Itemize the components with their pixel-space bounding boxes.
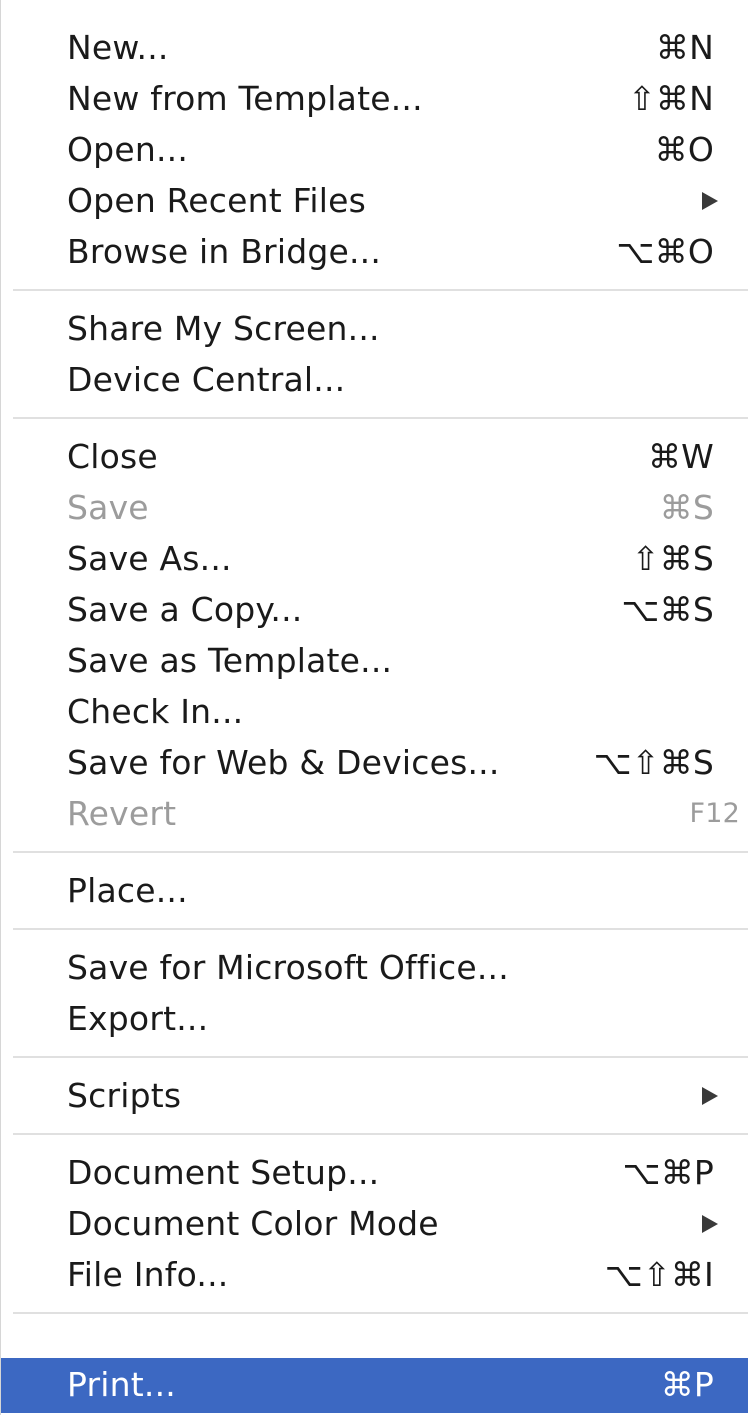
menu-item-label: Save for Web & Devices... xyxy=(67,743,500,782)
menu-item-label: Open... xyxy=(67,130,189,169)
file-menu: New... ⌘N New from Template... ⇧⌘N Open.… xyxy=(0,0,748,1415)
menu-item-place[interactable]: Place... xyxy=(1,865,748,916)
menu-item-label: New from Template... xyxy=(67,79,423,118)
menu-item-revert: Revert F12 xyxy=(1,788,748,839)
menu-item-shortcut: ⌥⇧⌘S xyxy=(593,743,714,782)
menu-item-label: Document Setup... xyxy=(67,1153,380,1192)
menu-item-new-from-template[interactable]: New from Template... ⇧⌘N xyxy=(1,73,748,124)
menu-item-shortcut: ⌥⌘O xyxy=(616,232,714,271)
menu-item-label: Print... xyxy=(67,1365,176,1404)
menu-item-export[interactable]: Export... xyxy=(1,993,748,1044)
menu-item-shortcut: ⌘O xyxy=(654,130,714,169)
menu-item-file-info[interactable]: File Info... ⌥⇧⌘I xyxy=(1,1249,748,1300)
menu-item-label: Save a Copy... xyxy=(67,590,303,629)
menu-item-save-a-copy[interactable]: Save a Copy... ⌥⌘S xyxy=(1,584,748,635)
menu-item-open-recent-files[interactable]: Open Recent Files xyxy=(1,175,748,226)
menu-item-share-my-screen[interactable]: Share My Screen... xyxy=(1,303,748,354)
menu-group-save: Close ⌘W Save ⌘S Save As... ⇧⌘S Save a C… xyxy=(1,419,748,851)
menu-item-shortcut: ⌘S xyxy=(659,488,714,527)
menu-item-save-for-web[interactable]: Save for Web & Devices... ⌥⇧⌘S xyxy=(1,737,748,788)
menu-item-scripts[interactable]: Scripts xyxy=(1,1070,748,1121)
submenu-arrow-icon xyxy=(702,192,718,210)
menu-item-label: Save for Microsoft Office... xyxy=(67,948,509,987)
menu-item-close[interactable]: Close ⌘W xyxy=(1,431,748,482)
submenu-arrow-icon xyxy=(702,1215,718,1233)
menu-item-shortcut: ⌘P xyxy=(660,1365,714,1404)
menu-item-label: Open Recent Files xyxy=(67,181,366,220)
menu-item-label: Place... xyxy=(67,871,188,910)
menu-item-document-color-mode[interactable]: Document Color Mode xyxy=(1,1198,748,1249)
menu-item-label: Document Color Mode xyxy=(67,1204,439,1243)
menu-item-label: Scripts xyxy=(67,1076,182,1115)
menu-item-document-setup[interactable]: Document Setup... ⌥⌘P xyxy=(1,1147,748,1198)
menu-item-new[interactable]: New... ⌘N xyxy=(1,22,748,73)
menu-item-device-central[interactable]: Device Central... xyxy=(1,354,748,405)
menu-item-label: Browse in Bridge... xyxy=(67,232,382,271)
menu-item-check-in[interactable]: Check In... xyxy=(1,686,748,737)
menu-item-shortcut: ⇧⌘S xyxy=(631,539,714,578)
menu-item-label: Save As... xyxy=(67,539,232,578)
menu-item-label: Check In... xyxy=(67,692,244,731)
menu-item-open[interactable]: Open... ⌘O xyxy=(1,124,748,175)
menu-group-place: Place... xyxy=(1,853,748,928)
menu-item-shortcut: ⌘N xyxy=(655,28,714,67)
menu-item-shortcut: ⌘W xyxy=(647,437,714,476)
menu-separator xyxy=(13,1312,748,1314)
menu-item-shortcut: ⇧⌘N xyxy=(628,79,714,118)
menu-group-export: Save for Microsoft Office... Export... xyxy=(1,930,748,1056)
menu-item-shortcut: ⌥⇧⌘I xyxy=(604,1255,714,1294)
submenu-arrow-icon xyxy=(702,1087,718,1105)
menu-item-save-as-template[interactable]: Save as Template... xyxy=(1,635,748,686)
menu-item-label: File Info... xyxy=(67,1255,229,1294)
menu-item-shortcut: F12 xyxy=(689,798,740,829)
menu-item-label: Save xyxy=(67,488,149,527)
menu-item-save-as[interactable]: Save As... ⇧⌘S xyxy=(1,533,748,584)
menu-item-label: Revert xyxy=(67,794,177,833)
menu-item-print[interactable]: Print... ⌘P xyxy=(1,1358,748,1413)
menu-item-shortcut: ⌥⌘S xyxy=(621,590,714,629)
menu-group-scripts: Scripts xyxy=(1,1058,748,1133)
menu-item-browse-in-bridge[interactable]: Browse in Bridge... ⌥⌘O xyxy=(1,226,748,277)
menu-item-label: Export... xyxy=(67,999,209,1038)
menu-item-label: Share My Screen... xyxy=(67,309,380,348)
menu-item-label: New... xyxy=(67,28,169,67)
menu-group-document: Document Setup... ⌥⌘P Document Color Mod… xyxy=(1,1135,748,1312)
menu-item-save: Save ⌘S xyxy=(1,482,748,533)
menu-group-new-open: New... ⌘N New from Template... ⇧⌘N Open.… xyxy=(1,0,748,289)
menu-item-label: Save as Template... xyxy=(67,641,393,680)
menu-item-label: Close xyxy=(67,437,158,476)
menu-item-label: Device Central... xyxy=(67,360,346,399)
menu-group-share: Share My Screen... Device Central... xyxy=(1,291,748,417)
menu-group-print: Print... ⌘P xyxy=(1,1358,748,1413)
menu-item-shortcut: ⌥⌘P xyxy=(622,1153,714,1192)
menu-item-save-for-microsoft-office[interactable]: Save for Microsoft Office... xyxy=(1,942,748,993)
